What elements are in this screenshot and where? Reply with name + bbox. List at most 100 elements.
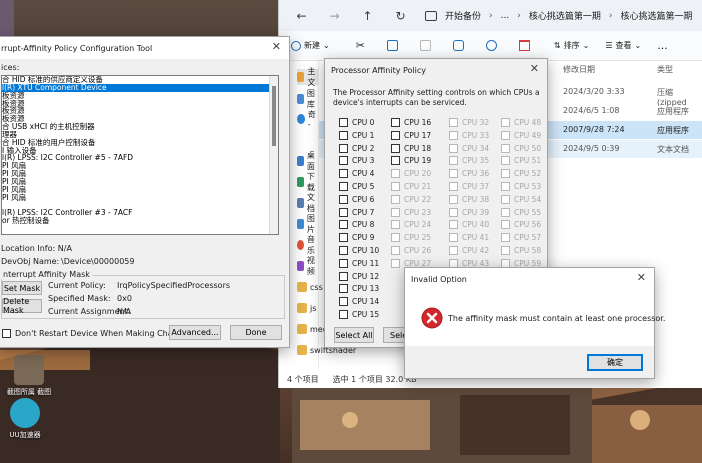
checkbox [501,233,510,243]
breadcrumb-item[interactable]: 核心挑选篇第一期 [529,9,601,22]
list-item[interactable]: PI 风扇 [2,185,278,194]
close-icon[interactable]: ✕ [637,271,646,284]
breadcrumb-item[interactable]: 开始备份 [445,9,481,22]
cpu-checkbox[interactable]: CPU 5 [339,181,391,192]
list-item[interactable]: 板资源 [2,91,278,100]
nav-item-music[interactable]: 音乐 [297,235,318,255]
checkbox[interactable] [339,182,348,191]
rename-button[interactable] [439,40,472,51]
nav-item-videos[interactable]: 视频 [297,256,318,276]
checkbox[interactable] [339,246,348,255]
cpu-checkbox[interactable]: CPU 4 [339,168,391,179]
nav-item-home[interactable]: 主文 [297,67,319,87]
checkbox[interactable] [391,156,400,166]
scrollbar[interactable] [269,76,278,234]
sort-button[interactable]: ⇅ 排序 ⌄ [538,40,597,51]
done-button[interactable]: Done [230,325,282,340]
nav-item-gallery[interactable]: 图库 [297,89,318,109]
set-mask-button[interactable]: Set Mask [2,281,42,295]
breadcrumb-overflow[interactable]: ... [501,11,510,21]
cpu-checkbox[interactable]: CPU 8 [339,219,391,230]
list-item[interactable]: 合 HID 标准的用户控制设备 [2,138,278,147]
cpu-checkbox[interactable]: CPU 3 [339,155,391,166]
list-item[interactable]: PI 风扇 [2,170,278,178]
list-item[interactable]: l(R) XTU Component Device [2,83,278,92]
desktop-icon-screenshots[interactable]: 截图所属 截图 [6,355,52,397]
cpu-checkbox[interactable]: CPU 10 [339,245,391,256]
back-arrow-icon[interactable]: ← [285,9,318,23]
view-button[interactable]: ☰ 查看 ⌄ [597,40,649,51]
checkbox[interactable] [339,284,348,294]
cpu-checkbox[interactable]: CPU 15 [339,309,391,320]
cpu-checkbox[interactable]: CPU 18 [391,143,443,154]
cpu-checkbox[interactable]: CPU 7 [339,207,391,218]
share-button[interactable] [472,40,505,51]
delete-button[interactable] [505,40,538,51]
close-icon[interactable]: ✕ [530,62,539,75]
breadcrumb-item[interactable]: 核心挑选篇第一期 [620,9,692,22]
delete-mask-button[interactable]: Delete Mask [2,297,42,315]
cut-button[interactable]: ✂ [338,39,373,52]
checkbox[interactable] [339,143,348,153]
checkbox[interactable] [391,118,400,127]
cpu-checkbox[interactable]: CPU 6 [339,194,391,205]
cpu-checkbox[interactable]: CPU 9 [339,232,391,243]
breadcrumb[interactable]: 开始备份 › ... › 核心挑选篇第一期 › 核心挑选篇第一期 [421,5,702,27]
cpu-checkbox[interactable]: CPU 2 [339,143,391,154]
nav-item-cloud[interactable]: 奇 - [297,110,318,129]
cpu-checkbox[interactable]: CPU 14 [339,296,391,307]
copy-button[interactable] [373,40,406,51]
cpu-checkbox[interactable]: CPU 1 [339,130,391,141]
cpu-checkbox[interactable]: CPU 0 [339,117,391,128]
checkbox[interactable] [339,156,348,166]
list-item[interactable]: l(R) LPSS: I2C Controller #5 - 7AFD [2,154,278,162]
up-arrow-icon[interactable]: ↑ [351,9,384,23]
cpu-checkbox[interactable]: CPU 16 [391,117,443,128]
list-item[interactable]: 板资源 [2,99,278,108]
paste-button[interactable] [406,40,439,51]
forward-arrow-icon[interactable]: → [318,9,351,23]
cpu-checkbox[interactable]: CPU 12 [339,271,391,282]
checkbox[interactable] [339,310,348,319]
list-item[interactable]: 合 USB xHCI 的主机控制器 [2,123,278,131]
nav-item-documents[interactable]: 文档 [297,193,318,213]
nav-item-downloads[interactable]: 下载 [297,172,318,192]
close-icon[interactable]: ✕ [272,40,281,53]
checkbox[interactable] [339,271,348,281]
column-header-type[interactable]: 类型 [657,64,673,75]
checkbox[interactable] [339,220,348,230]
checkbox[interactable] [339,169,348,179]
checkbox[interactable] [339,297,348,307]
ok-button[interactable]: 确定 [587,354,643,371]
checkbox[interactable] [391,130,400,140]
checkbox[interactable] [339,233,348,243]
checkbox [501,207,510,217]
checkbox[interactable] [339,258,348,268]
column-header-date[interactable]: 修改日期 [563,64,595,75]
more-options-button[interactable]: ... [649,39,676,52]
cpu-checkbox[interactable]: CPU 19 [391,155,443,166]
cpu-checkbox[interactable]: CPU 11 [339,258,391,269]
desktop-icon-uu[interactable]: UU加速器 [2,398,48,440]
list-item[interactable]: PI 风扇 [2,193,278,202]
cpu-checkbox[interactable]: CPU 17 [391,130,443,141]
list-item[interactable]: 板资源 [2,107,278,115]
nav-item-js[interactable]: js [297,300,316,316]
nav-item-desktop[interactable]: 桌面 [297,151,318,171]
list-item[interactable]: or 热控制设备 [2,217,278,225]
list-item[interactable]: PI 风扇 [2,178,278,186]
advanced-button[interactable]: Advanced... [169,325,221,340]
cpu-checkbox[interactable]: CPU 13 [339,283,391,294]
dont-restart-checkbox[interactable] [2,329,11,338]
scrollbar-thumb[interactable] [272,86,276,146]
checkbox[interactable] [339,130,348,140]
device-list[interactable]: 合 HID 标准的供应商定义设备 l(R) XTU Component Devic… [1,75,279,235]
list-item[interactable]: PI 风扇 [2,162,278,170]
refresh-icon[interactable]: ↻ [384,9,417,23]
checkbox[interactable] [339,207,348,217]
checkbox[interactable] [339,194,348,204]
select-all-button[interactable]: Select All [334,327,374,343]
checkbox[interactable] [391,143,400,153]
checkbox[interactable] [339,118,348,127]
nav-item-pictures[interactable]: 图片 [297,214,318,234]
